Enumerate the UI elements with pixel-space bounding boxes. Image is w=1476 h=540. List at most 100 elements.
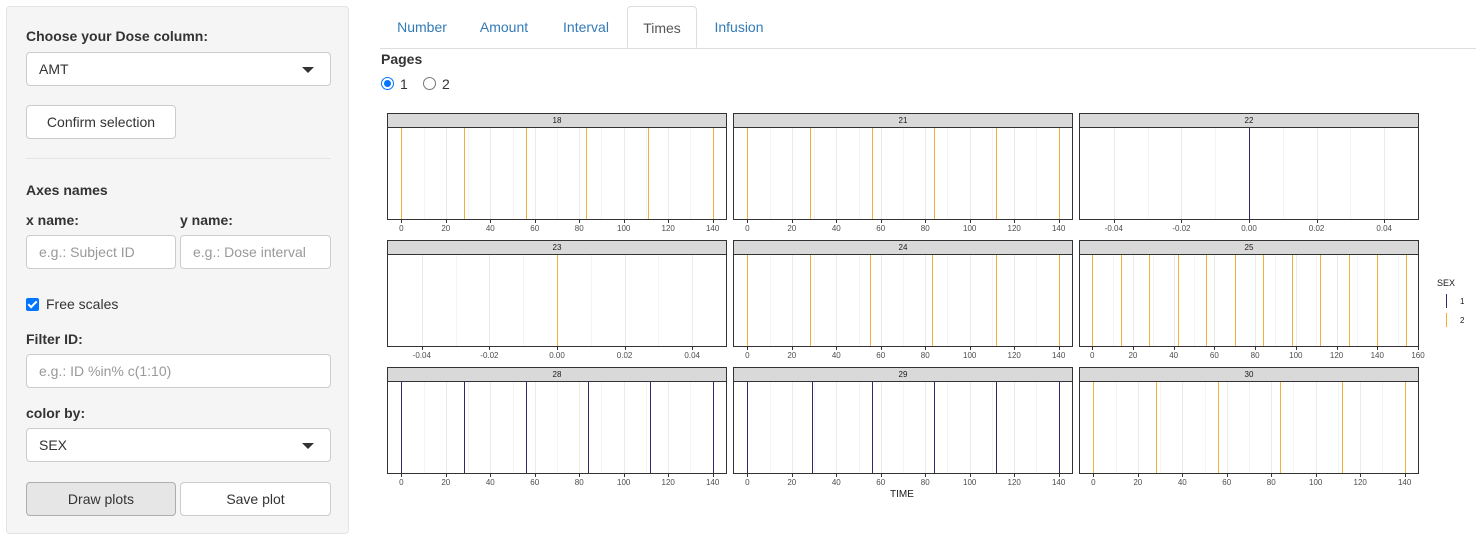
major-gridline: [1113, 128, 1115, 219]
x-tick-label: 40: [1169, 351, 1179, 360]
dose-time-line: [588, 382, 590, 473]
minor-gridline: [645, 382, 647, 473]
x-tick-label: 80: [1250, 351, 1260, 360]
dose-time-line: [1149, 255, 1151, 346]
major-gridline: [1182, 382, 1184, 473]
dose-time-line: [931, 255, 933, 346]
major-gridline: [791, 128, 793, 219]
dose-time-line: [1249, 128, 1250, 219]
x-tick-mark: [747, 347, 749, 350]
x-tick-mark: [1377, 347, 1379, 350]
major-gridline: [1295, 255, 1297, 346]
x-tick-mark: [1014, 220, 1016, 223]
minor-gridline: [858, 128, 860, 219]
dose-time-line: [712, 382, 714, 473]
save-plot-button[interactable]: Save plot: [180, 482, 331, 516]
tab-times[interactable]: Times: [627, 6, 697, 48]
tab-interval[interactable]: Interval: [545, 6, 627, 48]
x-tick-label: 160: [1411, 351, 1425, 360]
dose-time-line: [1092, 255, 1094, 346]
x-name-input[interactable]: e.g.: Subject ID: [26, 235, 176, 269]
minor-gridline: [1194, 255, 1196, 346]
x-tick-label: 80: [574, 478, 584, 487]
x-tick-label: 120: [1007, 478, 1021, 487]
minor-gridline: [1204, 382, 1206, 473]
major-gridline: [836, 128, 838, 219]
facet-panel-29: 29 0 20 40 60 80 100 120 140: [733, 367, 1073, 489]
x-tick-label: 120: [1007, 351, 1021, 360]
major-gridline: [1418, 255, 1419, 346]
chevron-down-icon: [302, 443, 314, 449]
facet-panel-25: 25 0 20 40 60 80 100 120 140 160: [1079, 240, 1425, 362]
minor-gridline: [991, 255, 993, 346]
x-tick-label: 40: [831, 224, 841, 233]
tab-number[interactable]: Number: [380, 6, 464, 48]
color-by-select[interactable]: SEX: [26, 428, 331, 462]
x-tick-mark: [712, 474, 714, 477]
y-name-input[interactable]: e.g.: Dose interval: [180, 235, 331, 269]
x-tick-label: 20: [441, 478, 451, 487]
minor-gridline: [658, 255, 660, 346]
x-tick-mark: [1173, 347, 1175, 350]
page-radio-2-label: 2: [442, 76, 450, 92]
draw-plots-button[interactable]: Draw plots: [26, 482, 176, 516]
x-tick-mark: [791, 220, 793, 223]
facet-panel-28: 28 0 20 40 60 80 100 120 140: [387, 367, 727, 489]
facet-strip-label: 25: [1079, 240, 1419, 255]
major-gridline: [1255, 255, 1257, 346]
page-radio-2[interactable]: [423, 77, 436, 90]
x-tick-label: 40: [485, 224, 495, 233]
x-tick-label: 40: [831, 351, 841, 360]
major-gridline: [490, 128, 492, 219]
x-tick-mark: [1132, 347, 1134, 350]
x-tick-mark: [421, 347, 423, 350]
x-tick-mark: [1249, 220, 1250, 223]
x-tick-label: 40: [485, 478, 495, 487]
filter-id-input[interactable]: e.g.: ID %in% c(1:10): [26, 354, 331, 388]
x-tick-mark: [1226, 474, 1228, 477]
x-tick-mark: [489, 347, 491, 350]
x-tick-mark: [1214, 347, 1216, 350]
x-tick-label: 100: [1309, 478, 1323, 487]
dose-column-select[interactable]: AMT: [26, 52, 331, 86]
minor-gridline: [557, 128, 558, 219]
panel-plot-area: [733, 382, 1073, 474]
minor-gridline: [858, 255, 860, 346]
x-tick-mark: [668, 220, 670, 223]
x-tick-mark: [623, 220, 625, 223]
x-name-label: x name:: [26, 212, 79, 228]
minor-gridline: [947, 128, 949, 219]
x-tick-label: 120: [661, 478, 675, 487]
major-gridline: [1132, 255, 1134, 346]
x-tick-label: 120: [1329, 351, 1344, 360]
minor-gridline: [1112, 255, 1114, 346]
dose-time-line: [747, 382, 749, 473]
x-tick-label: 20: [787, 351, 797, 360]
dose-time-line: [585, 128, 587, 219]
legend-label-sex-1: 1: [1460, 297, 1465, 306]
filter-id-label: Filter ID:: [26, 331, 83, 347]
major-gridline: [1014, 382, 1016, 473]
facet-strip-label: 28: [387, 367, 727, 382]
page-radio-1[interactable]: [381, 77, 394, 90]
x-tick-label: 0: [745, 351, 750, 360]
x-name-placeholder: e.g.: Subject ID: [39, 244, 135, 260]
tab-bar: Number Amount Interval Times Infusion: [380, 6, 1476, 49]
tab-infusion[interactable]: Infusion: [699, 6, 779, 48]
panel-plot-area: [1079, 255, 1419, 347]
minor-gridline: [1356, 255, 1358, 346]
x-tick-mark: [1404, 474, 1406, 477]
confirm-selection-button[interactable]: Confirm selection: [26, 105, 176, 139]
dose-time-line: [557, 255, 558, 346]
x-tick-mark: [791, 347, 793, 350]
x-tick-mark: [1336, 347, 1338, 350]
x-tick-label: 20: [787, 224, 797, 233]
minor-gridline: [991, 382, 993, 473]
x-tick-label: 0: [1089, 351, 1095, 360]
minor-gridline: [512, 128, 514, 219]
major-gridline: [1014, 128, 1016, 219]
x-tick-mark: [836, 347, 838, 350]
tab-amount[interactable]: Amount: [466, 6, 542, 48]
free-scales-checkbox[interactable]: [26, 298, 39, 311]
x-axis-title: TIME: [890, 489, 914, 500]
